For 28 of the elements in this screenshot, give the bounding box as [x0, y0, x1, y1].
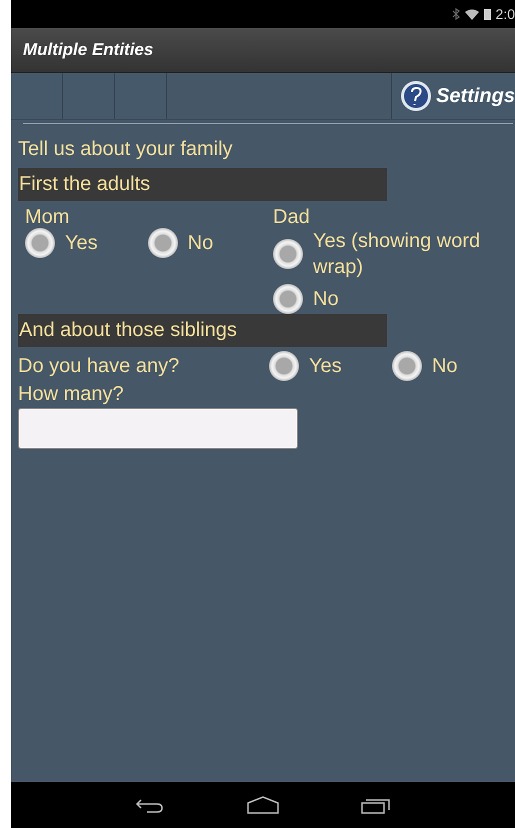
option-label: Yes — [65, 231, 98, 256]
radio-button[interactable] — [392, 351, 422, 381]
input-field[interactable] — [18, 408, 298, 449]
radio-button[interactable] — [25, 228, 55, 258]
bluetooth-icon — [452, 8, 460, 20]
intro-text: Tell us about your family — [18, 137, 234, 162]
battery-icon — [484, 8, 491, 20]
radio-button[interactable] — [268, 351, 299, 381]
settings-button[interactable]: Settings — [391, 73, 515, 119]
group-label: Dad — [273, 206, 311, 228]
wifi-icon — [464, 8, 479, 20]
window-title: Multiple Entities — [23, 40, 154, 60]
status-time: 2:0 — [496, 6, 515, 22]
option-label: No — [432, 354, 458, 379]
question-label: Do you have any? — [18, 354, 180, 379]
section-heading: And about those siblings — [18, 314, 387, 347]
help-icon — [400, 80, 432, 112]
option-label: No — [313, 287, 339, 312]
field-label: How many? — [18, 382, 125, 407]
radio-button[interactable] — [273, 239, 303, 269]
radio-button[interactable] — [148, 228, 178, 258]
option-label: Yes (showing word wrap) — [313, 229, 482, 280]
option-label: Yes — [308, 354, 342, 379]
radio-button[interactable] — [273, 284, 303, 314]
home-icon — [247, 796, 279, 814]
group-label: Mom — [25, 206, 70, 228]
option-label: No — [188, 231, 214, 256]
section-heading: First the adults — [18, 168, 387, 201]
